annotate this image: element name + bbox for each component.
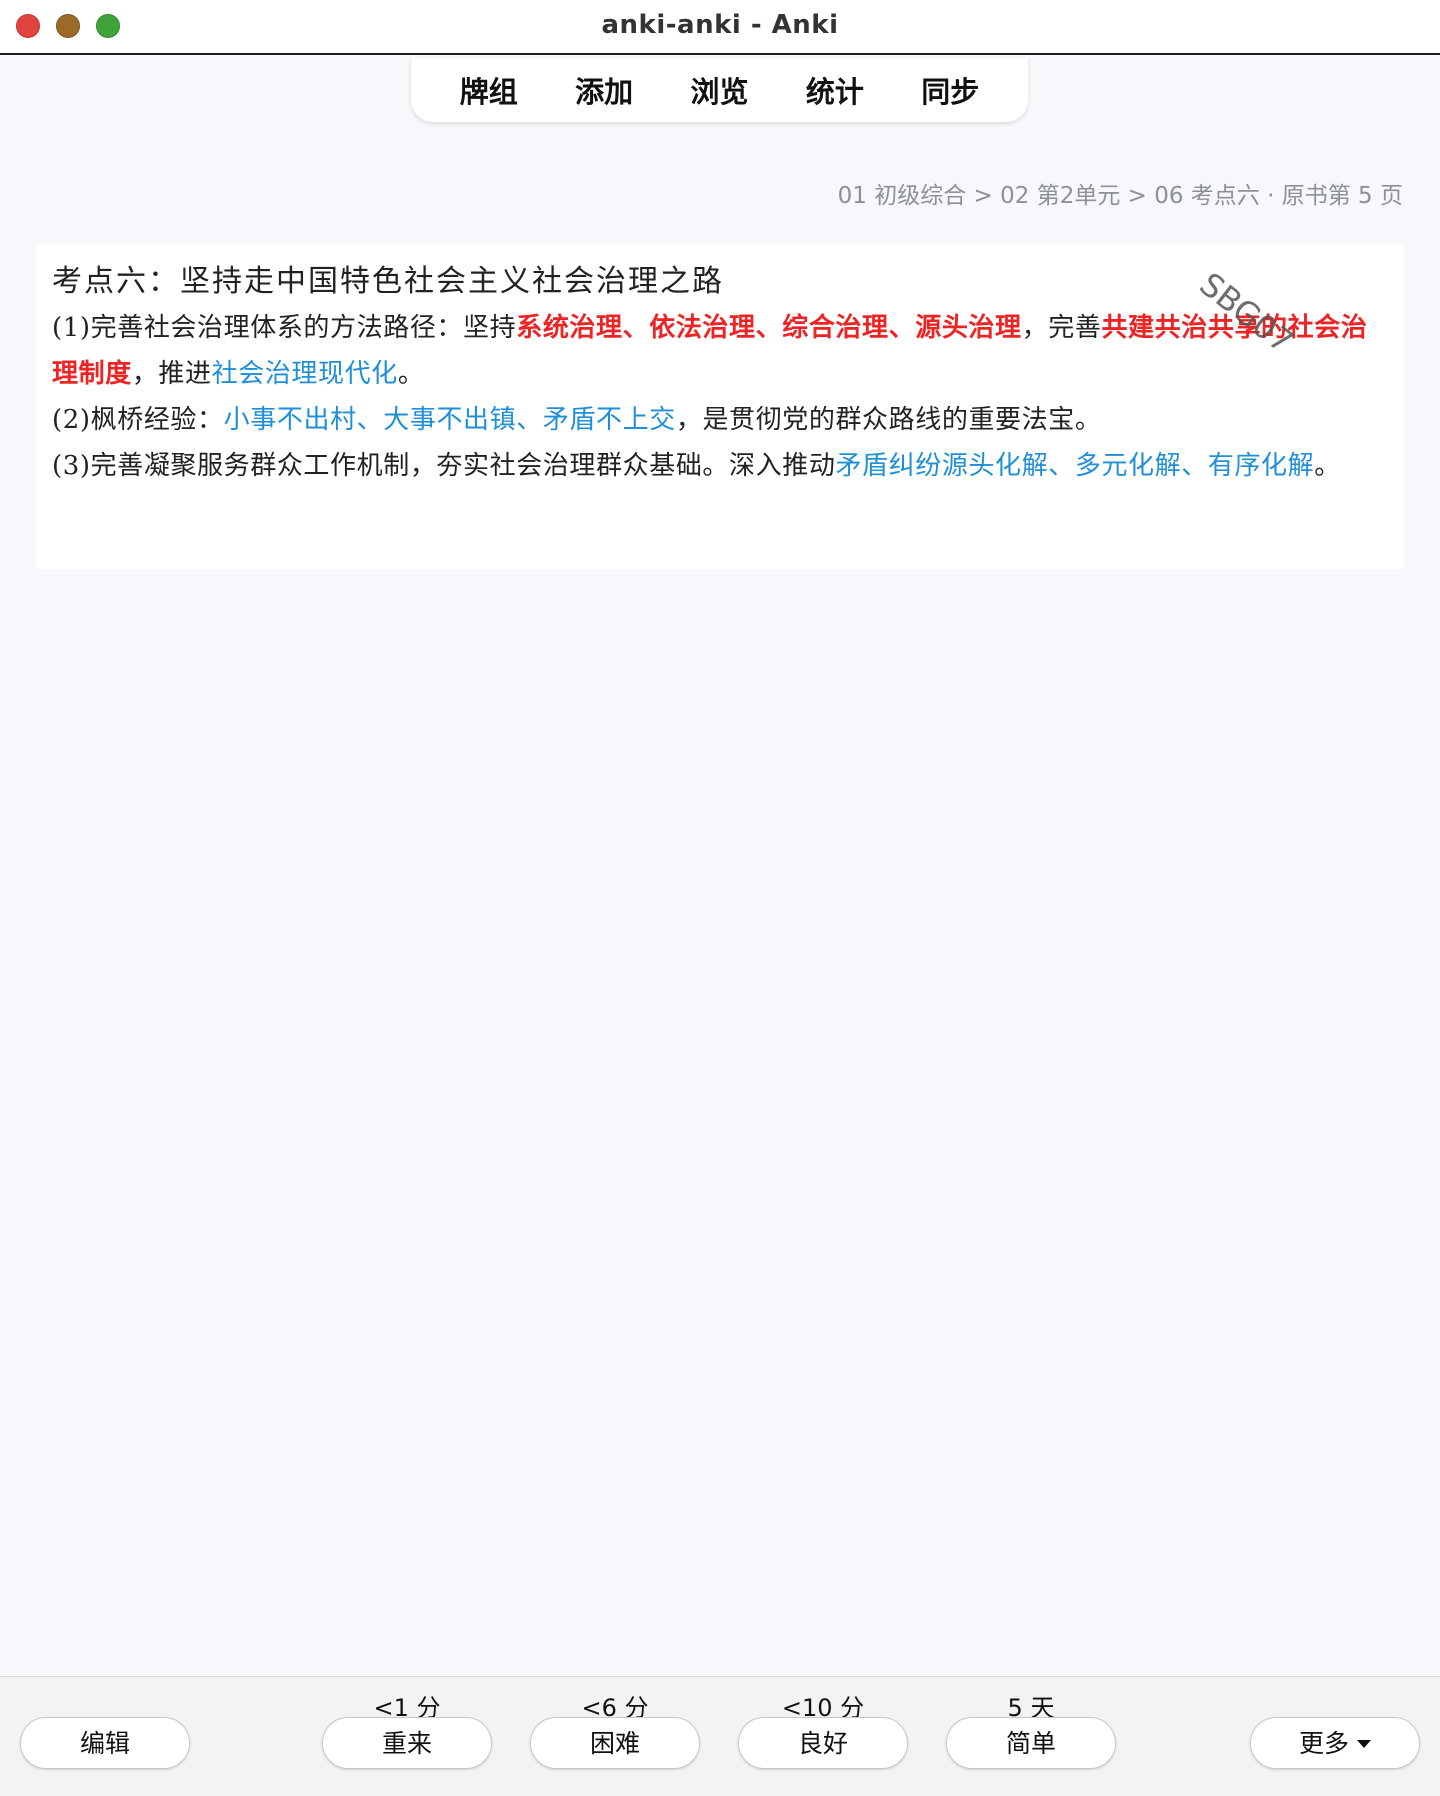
point-2-highlight: 小事不出村、大事不出镇、矛盾不上交 (223, 405, 676, 435)
nav-stats[interactable]: 统计 (796, 65, 874, 115)
nav-add[interactable]: 添加 (565, 65, 643, 115)
nav-browse[interactable]: 浏览 (680, 65, 758, 115)
edit-button[interactable]: 编辑 (20, 1717, 190, 1769)
card-point-3: (3)完善凝聚服务群众工作机制，夯实社会治理群众基础。深入推动矛盾纠纷源头化解、… (52, 443, 1388, 489)
more-button-label: 更多 (1298, 1729, 1349, 1758)
nav-sync[interactable]: 同步 (911, 65, 989, 115)
point-3-prefix: (3)完善凝聚服务群众工作机制，夯实社会治理群众基础。深入推动 (52, 451, 836, 481)
good-button[interactable]: 良好 (738, 1717, 908, 1769)
title-bar: anki-anki - Anki (0, 0, 1440, 55)
point-1-highlight-3: 社会治理现代化 (211, 359, 398, 389)
point-2-prefix: (2)枫桥经验： (52, 405, 224, 435)
point-1-prefix: (1)完善社会治理体系的方法路径：坚持 (52, 313, 517, 343)
point-3-end: 。 (1314, 451, 1341, 481)
card-point-2: (2)枫桥经验：小事不出村、大事不出镇、矛盾不上交，是贯彻党的群众路线的重要法宝… (52, 397, 1388, 443)
anki-window: anki-anki - Anki 牌组 添加 浏览 统计 同步 01 初级综合 … (0, 0, 1440, 1796)
point-2-suffix: ，是贯彻党的群众路线的重要法宝。 (675, 405, 1102, 435)
more-button[interactable]: 更多 (1250, 1717, 1420, 1769)
point-3-highlight: 矛盾纠纷源头化解、多元化解、有序化解 (835, 451, 1315, 481)
review-bottom-bar: 编辑 <1 分 重来 <6 分 困难 <10 分 良好 5 天 简单 更多 (0, 1676, 1440, 1796)
nav-decks[interactable]: 牌组 (450, 65, 528, 115)
point-1-mid: ，完善 (1021, 313, 1102, 343)
deck-breadcrumb: 01 初级综合 > 02 第2单元 > 06 考点六 · 原书第 5 页 (837, 183, 1403, 209)
card-content: SBG07 考点六：坚持走中国特色社会主义社会治理之路 (1)完善社会治理体系的… (36, 245, 1404, 569)
point-1-highlight-1: 系统治理、依法治理、综合治理、源头治理 (516, 313, 1022, 343)
caret-down-icon (1357, 1739, 1371, 1748)
hard-button[interactable]: 困难 (530, 1717, 700, 1769)
top-nav: 牌组 添加 浏览 统计 同步 (411, 58, 1028, 122)
point-1-mid-2: ，推进 (131, 359, 212, 389)
point-1-end: 。 (397, 359, 425, 389)
again-button[interactable]: 重来 (322, 1717, 492, 1769)
easy-button[interactable]: 简单 (946, 1717, 1116, 1769)
window-title: anki-anki - Anki (601, 10, 839, 40)
card-point-1: (1)完善社会治理体系的方法路径：坚持系统治理、依法治理、综合治理、源头治理，完… (52, 305, 1388, 397)
card-heading: 考点六：坚持走中国特色社会主义社会治理之路 (52, 264, 724, 299)
